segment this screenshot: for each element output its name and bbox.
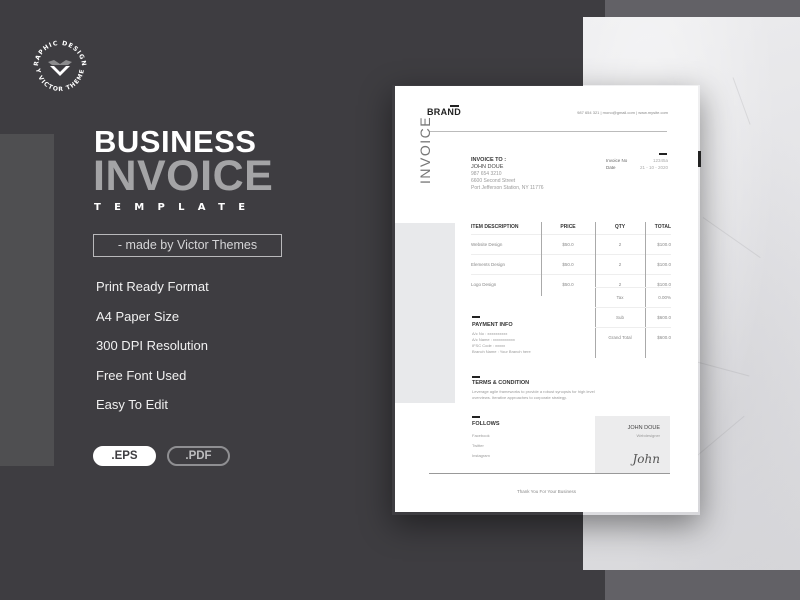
- totals-label: Grand Total: [608, 335, 632, 340]
- totals-row: Grand Total $600.0: [595, 327, 671, 347]
- follows-accent-bar: [472, 416, 480, 418]
- hero-title-template: TEMPLATE: [94, 202, 259, 213]
- signature-script: John: [632, 452, 661, 466]
- client-address-1: 6600 Second Street: [471, 178, 516, 184]
- cell-item: Logo Design: [471, 282, 497, 287]
- meta-row-invoice-no: Invoice No 12345a: [606, 158, 668, 165]
- vertical-invoice-title: INVOICE: [417, 115, 433, 184]
- made-by-label: - made by Victor Themes: [93, 234, 282, 257]
- payment-accent-bar: [472, 316, 480, 318]
- terms-title: TERMS & CONDITION: [472, 380, 530, 386]
- follow-link-twitter[interactable]: Twitter: [472, 441, 490, 451]
- meta-value: 12345a: [652, 158, 668, 163]
- cell-qty: 2: [618, 242, 622, 247]
- payment-lines: A/c No : xxxxxxxxxx A/c Name : xxxxxxxxx…: [472, 331, 531, 355]
- cell-total: $100.0: [657, 262, 671, 267]
- meta-value: 21 - 10 - 2020: [639, 165, 668, 170]
- table-header: ITEM DESCRIPTION PRICE QTY TOTAL: [471, 220, 671, 234]
- invoice-to-label: INVOICE TO :: [471, 157, 507, 163]
- header-total: TOTAL: [654, 224, 671, 230]
- payment-line: Branch Name : Your Branch here: [472, 349, 531, 354]
- feature-item: 300 DPI Resolution: [96, 338, 209, 353]
- feature-list: Print Ready Format A4 Paper Size 300 DPI…: [96, 279, 209, 427]
- left-decor-block: [0, 134, 54, 466]
- meta-row-date: Date 21 - 10 - 2020: [606, 165, 668, 172]
- client-address-2: Port Jefferson Station, NY 11776: [471, 185, 544, 191]
- header-divider: [429, 131, 667, 132]
- signature-box: JOHN DOUE Webdesigner John: [595, 416, 670, 473]
- feature-item: Print Ready Format: [96, 279, 209, 294]
- follows-list: Facebook Twitter Instagram: [472, 431, 490, 461]
- invoice-side-panel: [395, 223, 455, 403]
- logo-badge: GRAPHIC DESIGNS BY VICTOR THEMES: [28, 35, 87, 93]
- invoice-to-block: INVOICE TO : JOHN DOUE 987 654 3210 6600…: [471, 157, 544, 192]
- follow-link-facebook[interactable]: Facebook: [472, 431, 490, 441]
- cell-qty: 2: [618, 262, 622, 267]
- totals-row: Tax 0.00%: [595, 287, 671, 307]
- table-row: Elements Design $50.0 2 $100.0: [471, 254, 671, 274]
- follow-link-instagram[interactable]: Instagram: [472, 451, 490, 461]
- totals-value: 0.00%: [658, 295, 671, 300]
- cell-price: $50.0: [562, 242, 574, 247]
- meta-accent-bar: [659, 153, 667, 155]
- signer-role: Webdesigner: [636, 433, 661, 438]
- footer-divider: [429, 473, 670, 474]
- client-name: JOHN DOUE: [471, 164, 504, 170]
- invoice-paper: BRAND 987 654 321 | mono@gmail.com | www…: [395, 86, 698, 512]
- terms-line: overviews. Iterative approaches to corpo…: [472, 395, 567, 400]
- hero-title-invoice: INVOICE: [93, 152, 274, 200]
- terms-text: Leverage agile frameworks to provide a r…: [472, 389, 595, 401]
- header-price: PRICE: [560, 224, 576, 230]
- thank-you-note: Thank You For Your Business: [516, 489, 577, 494]
- contact-line: 987 654 321 | mono@gmail.com | www.mysit…: [577, 110, 668, 115]
- feature-item: A4 Paper Size: [96, 308, 180, 324]
- totals-value: $600.0: [657, 335, 671, 340]
- cell-total: $100.0: [657, 242, 671, 247]
- totals-label: Sub: [615, 315, 624, 320]
- svg-text:GRAPHIC DESIGNS: GRAPHIC DESIGNS: [28, 35, 87, 67]
- header-qty: QTY: [614, 224, 626, 230]
- cell-item: Elements Design: [471, 262, 506, 267]
- cell-price: $50.0: [562, 282, 574, 287]
- signer-name: JOHN DOUE: [627, 425, 660, 431]
- client-phone: 987 654 3210: [471, 171, 502, 177]
- eps-format-button[interactable]: .EPS: [93, 446, 156, 466]
- totals-value: $600.0: [657, 315, 671, 320]
- meta-label: Date: [606, 165, 616, 170]
- v-chevron-logo-icon: [48, 60, 72, 76]
- pdf-format-button[interactable]: .PDF: [167, 446, 230, 466]
- cell-price: $50.0: [562, 262, 574, 267]
- table-row: Website Design $50.0 2 $100.0: [471, 234, 671, 254]
- cell-item: Website Design: [471, 242, 503, 247]
- feature-item: Free Font Used: [96, 367, 187, 383]
- items-table: ITEM DESCRIPTION PRICE QTY TOTAL Website…: [471, 220, 671, 294]
- totals-block: Tax 0.00% Sub $600.0 Grand Total $600.0: [595, 287, 671, 347]
- header-item: ITEM DESCRIPTION: [471, 224, 519, 230]
- totals-row: Sub $600.0: [595, 307, 671, 327]
- follows-title: FOLLOWS: [472, 421, 500, 427]
- logo-top-text: GRAPHIC DESIGNS: [28, 35, 86, 67]
- invoice-meta: Invoice No 12345a Date 21 - 10 - 2020: [606, 158, 668, 172]
- terms-accent-bar: [472, 376, 480, 378]
- column-divider: [541, 222, 542, 296]
- payment-title: PAYMENT INFO: [472, 322, 513, 328]
- totals-label: Tax: [616, 295, 624, 300]
- meta-label: Invoice No: [606, 158, 628, 163]
- feature-item: Easy To Edit: [96, 397, 169, 412]
